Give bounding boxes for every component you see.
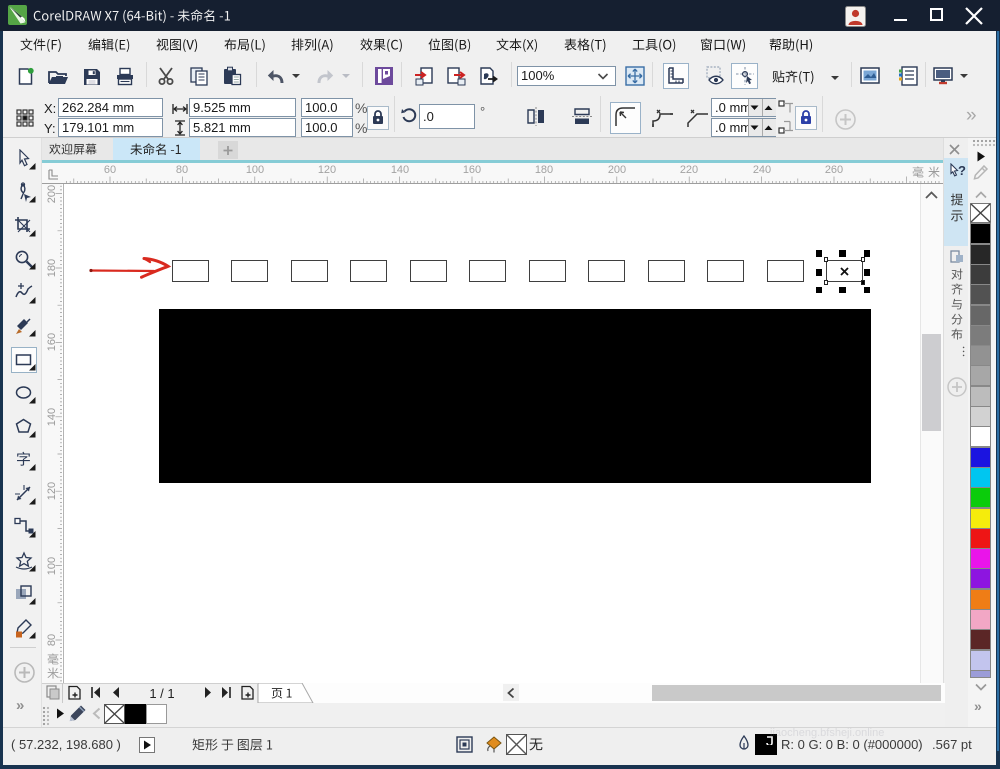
svg-text:?: ?	[958, 163, 966, 178]
